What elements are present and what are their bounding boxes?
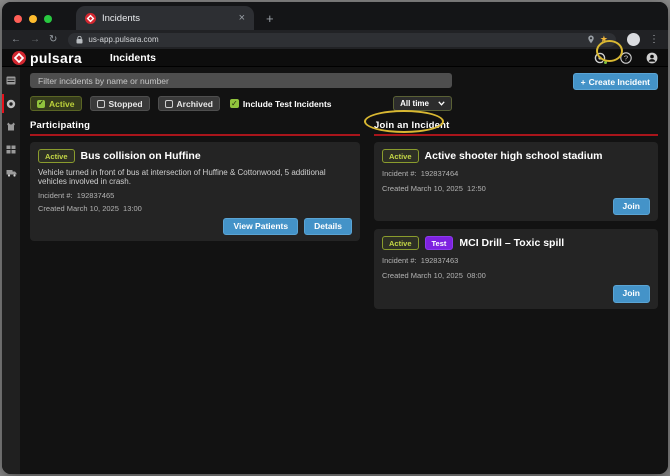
lock-icon — [76, 36, 83, 44]
close-window-button[interactable] — [14, 15, 22, 23]
reload-icon[interactable]: ↻ — [49, 35, 57, 45]
grid-icon — [6, 145, 16, 154]
account-icon[interactable] — [645, 51, 658, 64]
sidebar-item-ems[interactable] — [2, 166, 20, 179]
incident-number: Incident #: 192837463 — [382, 256, 650, 265]
browser-window: Incidents × + ← → ↻ us-app.pulsara.com ★… — [2, 2, 668, 474]
sidebar-item-reports[interactable] — [2, 143, 20, 156]
sidebar-item-patients[interactable] — [2, 120, 20, 133]
filter-active-toggle[interactable]: ✓ Active — [30, 96, 82, 111]
ambulance-icon — [6, 169, 17, 177]
incident-title: MCI Drill – Toxic spill — [459, 237, 564, 249]
chevron-down-icon — [438, 101, 445, 106]
incident-filter-input[interactable] — [30, 73, 452, 88]
help-icon[interactable]: ? — [619, 51, 632, 64]
tab-strip: Incidents × + — [2, 2, 668, 30]
join-heading: Join an Incident — [374, 120, 658, 131]
filter-stopped-toggle[interactable]: Stopped — [90, 96, 150, 111]
status-badge: Active — [38, 149, 75, 163]
presence-dot — [603, 60, 608, 65]
active-checkbox: ✓ — [37, 100, 45, 108]
address-bar[interactable]: us-app.pulsara.com ★ — [68, 33, 616, 47]
incident-created: Created March 10, 2025 12:50 — [382, 184, 650, 193]
back-icon[interactable]: ← — [11, 35, 21, 45]
svg-text:?: ? — [623, 53, 627, 62]
time-range-select[interactable]: All time — [393, 96, 452, 111]
sidebar — [2, 67, 20, 474]
browser-toolbar: ← → ↻ us-app.pulsara.com ★ ⋮ — [2, 30, 668, 49]
browser-menu-icon[interactable]: ⋮ — [649, 35, 659, 45]
pulsara-logo: pulsara — [12, 50, 82, 66]
status-badge: Active — [382, 236, 419, 250]
incident-created: Created March 10, 2025 13:00 — [38, 204, 352, 213]
test-badge: Test — [425, 236, 454, 250]
include-test-checkbox: ✓ — [230, 99, 239, 108]
participating-heading: Participating — [30, 120, 360, 131]
incident-number: Incident #: 192837465 — [38, 191, 352, 200]
browser-tab[interactable]: Incidents × — [76, 6, 254, 30]
browser-profile-avatar[interactable] — [627, 33, 640, 46]
tab-close-icon[interactable]: × — [239, 13, 245, 24]
join-button[interactable]: Join — [613, 285, 650, 302]
archived-checkbox — [165, 100, 173, 108]
stopped-checkbox — [97, 100, 105, 108]
page-title: Incidents — [110, 52, 156, 64]
bookmark-star-icon[interactable]: ★ — [600, 35, 608, 44]
create-incident-button[interactable]: + Create Incident — [573, 73, 658, 90]
join-button[interactable]: Join — [613, 198, 650, 215]
dashboard-list-icon — [6, 76, 16, 85]
section-divider — [30, 134, 360, 136]
location-status-icon[interactable] — [593, 51, 606, 64]
incidents-target-icon — [6, 99, 16, 109]
incident-title: Bus collision on Huffine — [81, 150, 201, 162]
new-tab-button[interactable]: + — [266, 12, 274, 25]
section-divider — [374, 134, 658, 136]
forward-icon[interactable]: → — [30, 35, 40, 45]
zoom-window-button[interactable] — [44, 15, 52, 23]
sidebar-item-incidents[interactable] — [2, 97, 20, 110]
tab-title: Incidents — [102, 13, 233, 24]
plus-icon: + — [581, 77, 586, 87]
sidebar-item-dashboard[interactable] — [2, 74, 20, 87]
pulsara-favicon — [85, 13, 96, 24]
include-test-toggle[interactable]: ✓ Include Test Incidents — [230, 99, 332, 109]
patient-icon — [6, 122, 16, 131]
brand-name: pulsara — [30, 50, 82, 66]
minimize-window-button[interactable] — [29, 15, 37, 23]
incident-number: Incident #: 192837464 — [382, 169, 650, 178]
incident-description: Vehicle turned in front of bus at inters… — [38, 168, 352, 186]
app-header: pulsara Incidents ? — [2, 49, 668, 67]
url-text: us-app.pulsara.com — [88, 35, 582, 44]
incident-created: Created March 10, 2025 08:00 — [382, 271, 650, 280]
participating-section: Participating Active Bus collision on Hu… — [30, 120, 360, 317]
filter-archived-toggle[interactable]: Archived — [158, 96, 220, 111]
incident-card-active-shooter: Active Active shooter high school stadiu… — [374, 142, 658, 221]
location-pin-icon[interactable] — [587, 35, 595, 44]
traffic-lights — [14, 15, 52, 23]
status-badge: Active — [382, 149, 419, 163]
incident-card-mci-drill: Active Test MCI Drill – Toxic spill Inci… — [374, 229, 658, 308]
details-button[interactable]: Details — [304, 218, 352, 235]
view-patients-button[interactable]: View Patients — [223, 218, 298, 235]
incident-title: Active shooter high school stadium — [425, 150, 603, 162]
join-section: Join an Incident Active Active shooter h… — [374, 120, 658, 317]
incident-card-bus-collision: Active Bus collision on Huffine Vehicle … — [30, 142, 360, 241]
